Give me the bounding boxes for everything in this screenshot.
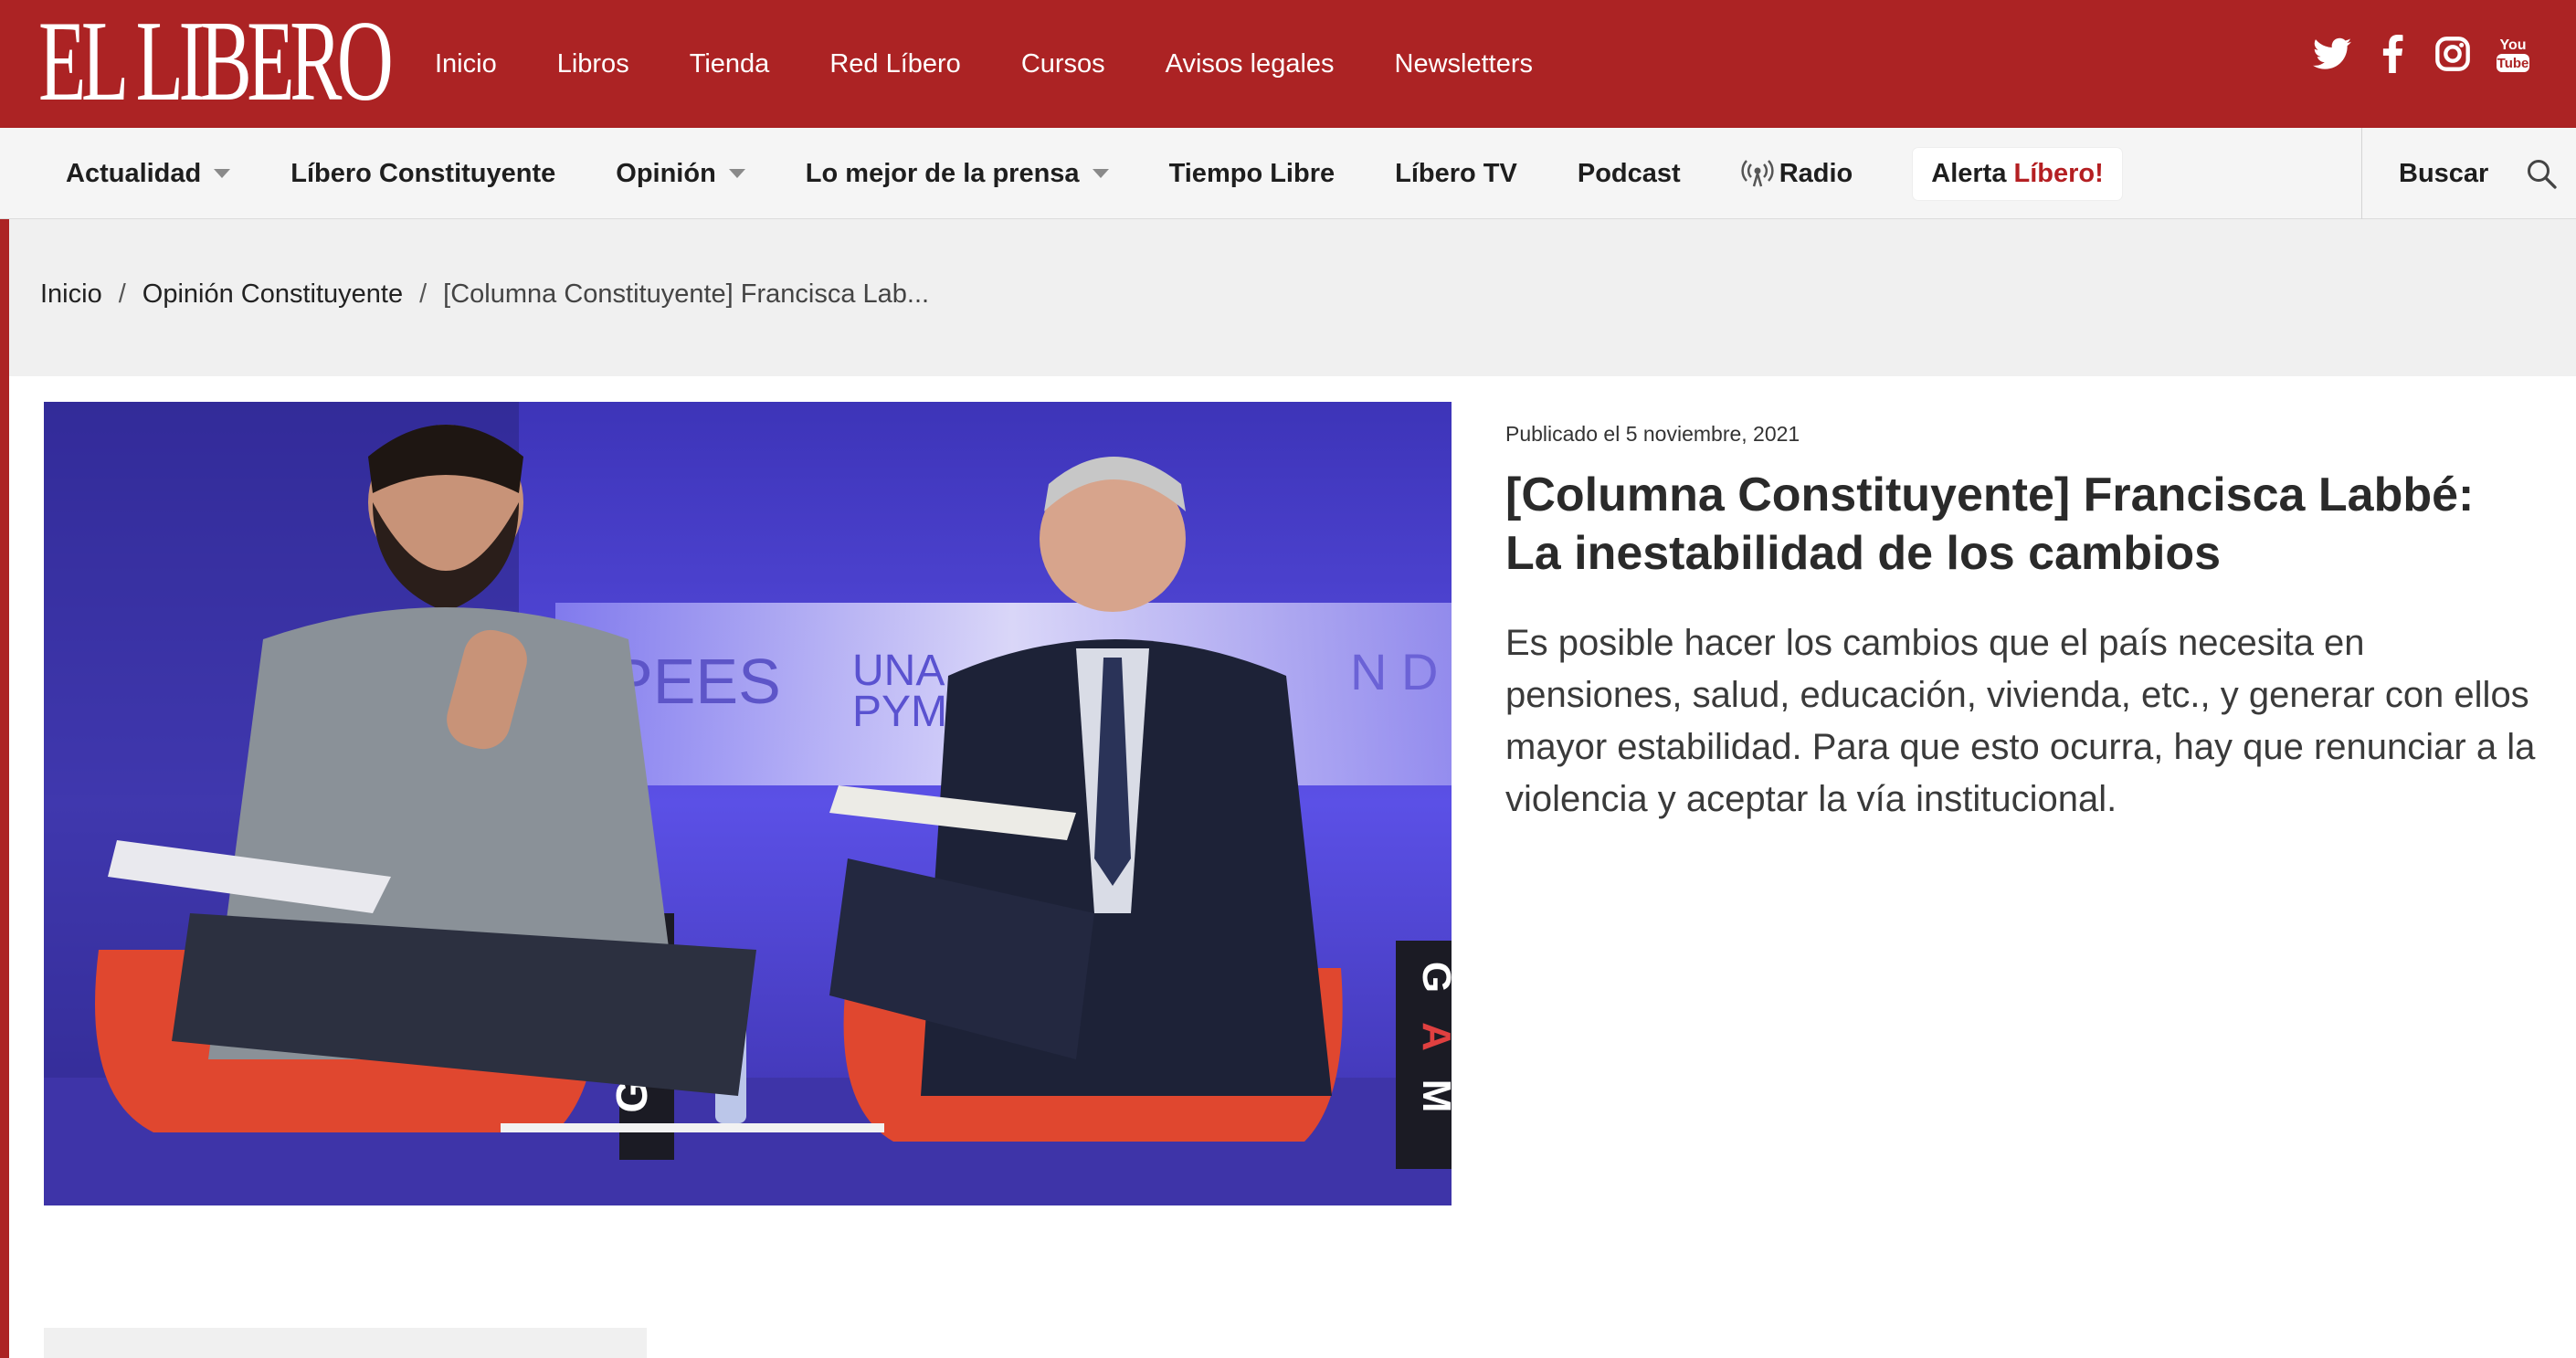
breadcrumb-current: [Columna Constituyente] Francisca Lab... xyxy=(443,279,930,309)
article-hero-image: PEES UNA PYME N D M A G G A M xyxy=(44,402,1452,1205)
breadcrumb-opinion-constituyente[interactable]: Opinión Constituyente xyxy=(143,279,403,310)
caret-down-icon xyxy=(214,169,231,178)
svg-text:You: You xyxy=(2499,37,2526,53)
section-nav-label: Líbero TV xyxy=(1395,158,1517,188)
svg-text:G: G xyxy=(1414,962,1452,993)
content-card-top xyxy=(44,1328,647,1358)
svg-text:Tube: Tube xyxy=(2497,56,2529,71)
section-nav-podcast[interactable]: Podcast xyxy=(1578,159,1681,189)
section-nav-libero-constituyente[interactable]: Líbero Constituyente xyxy=(290,159,555,189)
site-logo[interactable]: EL LIBERO xyxy=(38,4,394,121)
alerta-libero-button[interactable]: Alerta Líbero! xyxy=(1913,147,2122,200)
top-nav-cursos[interactable]: Cursos xyxy=(1021,49,1105,79)
top-nav-avisos-legales[interactable]: Avisos legales xyxy=(1166,49,1335,79)
top-nav-red-libero[interactable]: Red Líbero xyxy=(829,49,961,79)
article-lead: Es posible hacer los cambios que el país… xyxy=(1505,623,2536,819)
section-nav-label: Opinión xyxy=(616,158,716,188)
svg-text:M: M xyxy=(1414,1079,1452,1113)
top-nav-newsletters[interactable]: Newsletters xyxy=(1395,49,1534,79)
section-nav-label: Actualidad xyxy=(66,158,202,188)
section-nav-lo-mejor-de-la-prensa[interactable]: Lo mejor de la prensa xyxy=(806,159,1109,189)
top-header: EL LIBERO Inicio Libros Tienda Red Líber… xyxy=(0,0,2576,128)
facebook-icon[interactable] xyxy=(2371,33,2413,75)
article-title: [Columna Constituyente] Francisca Labbé:… xyxy=(1505,468,2475,580)
alerta-highlight: Líbero! xyxy=(2013,158,2104,188)
breadcrumb-separator: / xyxy=(419,279,428,309)
section-nav-libero-tv[interactable]: Líbero TV xyxy=(1395,159,1517,189)
svg-text:N D: N D xyxy=(1350,643,1438,700)
section-nav-radio[interactable]: Radio xyxy=(1741,159,1853,189)
article-date: Publicado el 5 noviembre, 2021 xyxy=(1505,422,1800,446)
section-nav-label: Podcast xyxy=(1577,158,1681,188)
alerta-prefix: Alerta xyxy=(1931,158,2007,188)
section-nav-opinion[interactable]: Opinión xyxy=(616,159,745,189)
caret-down-icon xyxy=(728,169,745,178)
social-links: You Tube xyxy=(2293,33,2534,75)
section-nav-tiempo-libre[interactable]: Tiempo Libre xyxy=(1169,159,1336,189)
top-nav-inicio[interactable]: Inicio xyxy=(435,49,497,79)
breadcrumb-band: Inicio / Opinión Constituyente / [Column… xyxy=(9,219,2576,376)
section-nav: Actualidad Líbero Constituyente Opinión … xyxy=(0,128,2576,219)
top-nav-tienda[interactable]: Tienda xyxy=(690,49,770,79)
search-icon[interactable] xyxy=(2525,157,2558,190)
top-nav-libros[interactable]: Libros xyxy=(557,49,629,79)
instagram-icon[interactable] xyxy=(2432,33,2474,75)
twitter-icon[interactable] xyxy=(2311,33,2353,75)
youtube-icon[interactable]: You Tube xyxy=(2492,33,2534,75)
breadcrumb-separator: / xyxy=(118,279,126,309)
search-button[interactable]: Buscar xyxy=(2399,128,2488,219)
section-nav-label: Líbero Constituyente xyxy=(290,158,556,188)
radio-broadcast-icon xyxy=(1741,160,1774,187)
breadcrumb-inicio[interactable]: Inicio xyxy=(40,279,102,310)
left-accent-bar xyxy=(0,219,9,1358)
top-nav: Inicio Libros Tienda Red Líbero Cursos A… xyxy=(435,0,1593,128)
svg-text:A: A xyxy=(1414,1022,1452,1051)
caret-down-icon xyxy=(1092,169,1109,178)
breadcrumb: Inicio / Opinión Constituyente / [Column… xyxy=(40,279,929,310)
section-nav-label: Radio xyxy=(1779,158,1853,188)
section-nav-actualidad[interactable]: Actualidad xyxy=(66,158,231,189)
search-divider xyxy=(2361,128,2362,219)
section-nav-label: Tiempo Libre xyxy=(1168,158,1336,188)
section-nav-label: Lo mejor de la prensa xyxy=(805,158,1080,188)
